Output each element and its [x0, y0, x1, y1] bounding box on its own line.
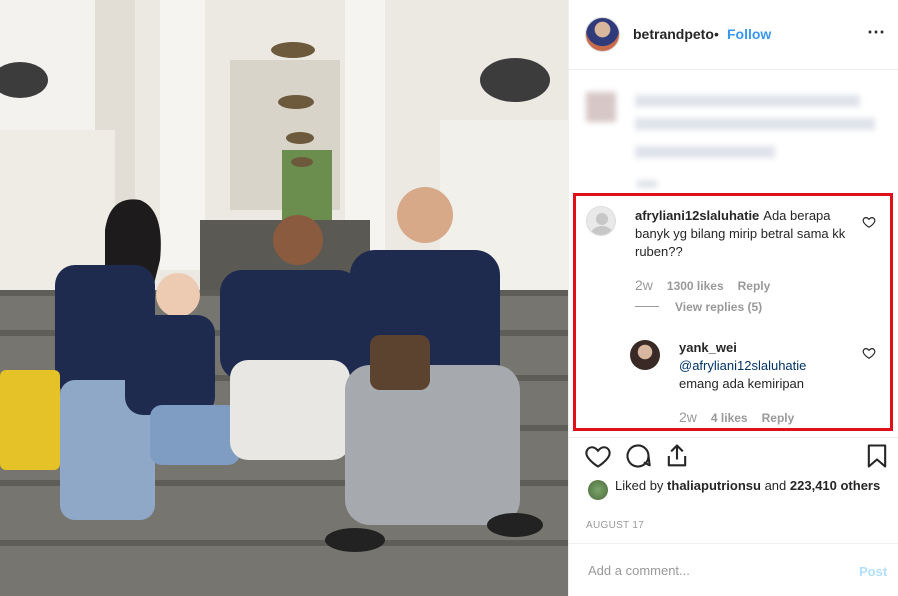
save-bookmark-icon[interactable] [863, 442, 891, 470]
add-comment-input[interactable] [586, 558, 830, 582]
post-photo[interactable] [0, 0, 568, 596]
post-comment-button[interactable]: Post [859, 564, 887, 579]
post-header: betrandpeto • Follow ⋯ [569, 0, 898, 70]
comment-bubble-icon[interactable] [624, 442, 652, 470]
liked-by-user[interactable]: thaliaputrionsu [667, 478, 761, 493]
author-avatar[interactable] [585, 17, 620, 52]
blurred-caption-avatar [586, 92, 616, 122]
add-comment-bar: Post [569, 543, 898, 596]
more-options-icon[interactable]: ⋯ [867, 22, 886, 43]
blurred-caption-line [635, 146, 775, 158]
blurred-caption-line [635, 118, 875, 130]
likes-count[interactable]: 223,410 others [790, 477, 880, 495]
blurred-caption-line [635, 95, 860, 107]
share-icon[interactable] [663, 442, 691, 470]
blurred-caption-line [637, 180, 657, 188]
separator-dot: • [714, 26, 719, 42]
post-actions-bar [569, 437, 898, 478]
liker-avatar[interactable] [588, 480, 608, 500]
family-photo-illustration [0, 0, 568, 596]
like-heart-icon[interactable] [584, 442, 612, 470]
highlight-box [573, 193, 893, 431]
likes-summary: Liked by thaliaputrionsu and 223,410 oth… [615, 477, 885, 495]
post-date[interactable]: AUGUST 17 [586, 520, 644, 531]
liked-by-prefix: Liked by [615, 478, 664, 493]
author-username[interactable]: betrandpeto [633, 26, 714, 42]
liked-by-and: and [764, 478, 787, 493]
follow-button[interactable]: Follow [727, 26, 771, 42]
